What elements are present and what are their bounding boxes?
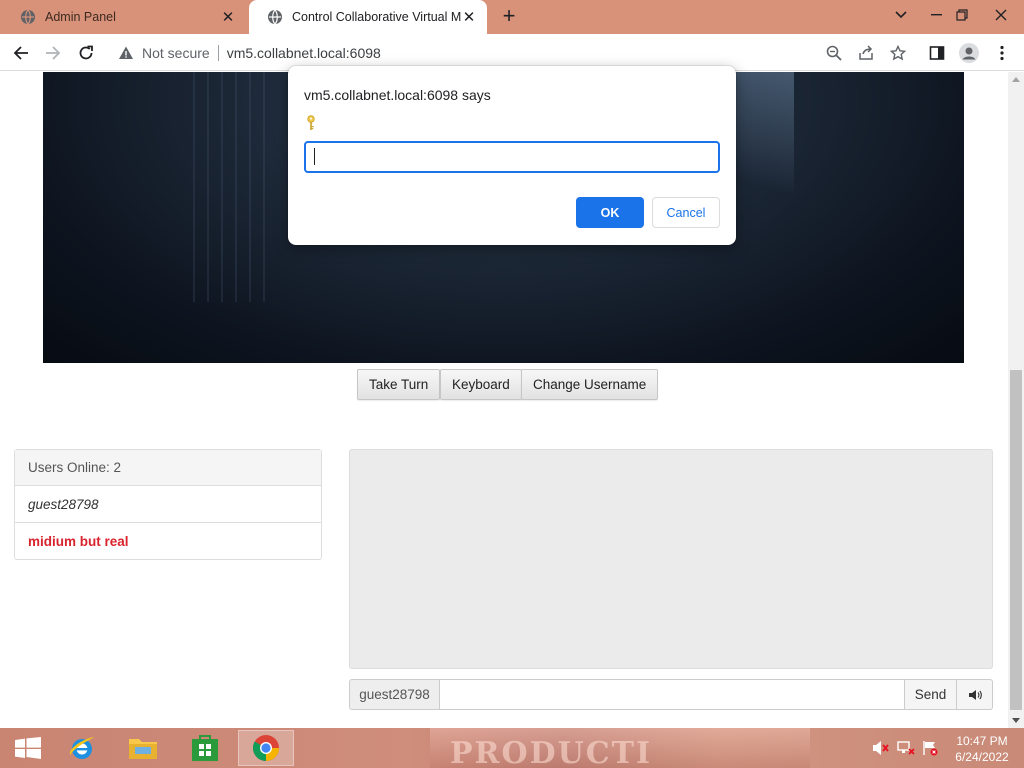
omnibox-divider [217,44,219,61]
bookmark-star-icon[interactable] [885,40,911,66]
chat-message-input[interactable] [439,679,905,710]
scroll-up-arrow-icon[interactable] [1012,77,1020,82]
tab-control-vm[interactable]: Control Collaborative Virtual Ma ✕ [249,0,487,34]
tab-search-chevron-down-icon[interactable] [884,0,918,30]
system-clock[interactable]: 10:47 PM 6/24/2022 [950,733,1014,765]
scroll-down-arrow-icon[interactable] [1012,718,1020,723]
start-button[interactable] [0,730,56,766]
internet-explorer-icon[interactable] [54,730,110,766]
share-icon[interactable] [853,40,879,66]
scrollbar-thumb[interactable] [1010,370,1022,710]
vm-control-buttons: Take Turn Keyboard Change Username [0,369,1008,401]
prompt-dialog: vm5.collabnet.local:6098 says OK Cancel [288,66,736,245]
clock-time: 10:47 PM [956,734,1008,748]
close-window-button[interactable] [984,0,1018,30]
tab-title: Control Collaborative Virtual Ma [292,10,461,24]
page-scrollbar[interactable] [1008,72,1024,728]
file-explorer-icon[interactable] [115,730,171,766]
restore-window-button[interactable] [945,0,979,30]
not-secure-label[interactable]: Not secure [142,45,210,61]
close-tab-icon[interactable]: ✕ [461,9,477,26]
zoom-icon[interactable] [821,40,847,66]
side-panel-icon[interactable] [924,40,950,66]
change-username-button[interactable]: Change Username [521,369,659,400]
globe-icon [21,9,35,25]
send-button[interactable]: Send [905,679,957,710]
address-bar[interactable]: Not secure vm5.collabnet.local:6098 [108,38,918,67]
tab-title: Admin Panel [45,10,116,24]
profile-avatar-icon[interactable] [956,40,982,66]
volume-muted-icon[interactable] [872,728,890,768]
wallpaper-text: PRODUCTI [450,736,653,768]
users-online-header: Users Online: 2 [15,450,321,486]
text-cursor [314,148,315,165]
back-arrow-icon[interactable] [8,40,34,66]
chat-username-label: guest28798 [349,679,439,710]
more-menu-icon[interactable] [989,40,1015,66]
url-text[interactable]: vm5.collabnet.local:6098 [227,45,381,61]
wallpaper-peek: PRODUCTI [430,728,810,768]
tab-admin-panel[interactable]: Admin Panel ✕ [2,0,246,34]
action-center-flag-icon[interactable] [922,728,938,768]
new-tab-button[interactable]: + [497,5,521,29]
warning-icon [119,46,133,59]
close-tab-icon[interactable]: ✕ [220,9,236,26]
cancel-button[interactable]: Cancel [652,197,720,228]
chrome-icon[interactable] [238,730,294,766]
chat-log[interactable] [349,449,993,669]
store-icon[interactable] [177,730,233,766]
clock-date: 6/24/2022 [955,750,1009,764]
reload-icon[interactable] [73,40,99,66]
users-online-panel: Users Online: 2 guest28798 midium but re… [14,449,322,560]
chat-input-bar: guest28798 Send [349,679,993,710]
globe-icon [268,9,282,25]
browser-tab-strip: Admin Panel ✕ Control Collaborative Virt… [0,0,1024,34]
ok-button[interactable]: OK [576,197,644,228]
forward-arrow-icon[interactable] [40,40,66,66]
windows-taskbar: PRODUCTI [0,728,1024,768]
vm-screen-texture [193,72,273,302]
keyboard-button[interactable]: Keyboard [440,369,522,400]
user-list-item[interactable]: guest28798 [15,486,321,523]
dialog-title: vm5.collabnet.local:6098 says [304,87,491,103]
prompt-text-input[interactable] [304,141,720,173]
user-list-item[interactable]: midium but real [15,523,321,560]
key-icon [307,115,315,130]
volume-button[interactable] [957,679,993,710]
windows-logo-icon [15,737,41,759]
take-turn-button[interactable]: Take Turn [357,369,441,400]
network-icon[interactable] [897,728,915,768]
speaker-icon [968,689,982,700]
